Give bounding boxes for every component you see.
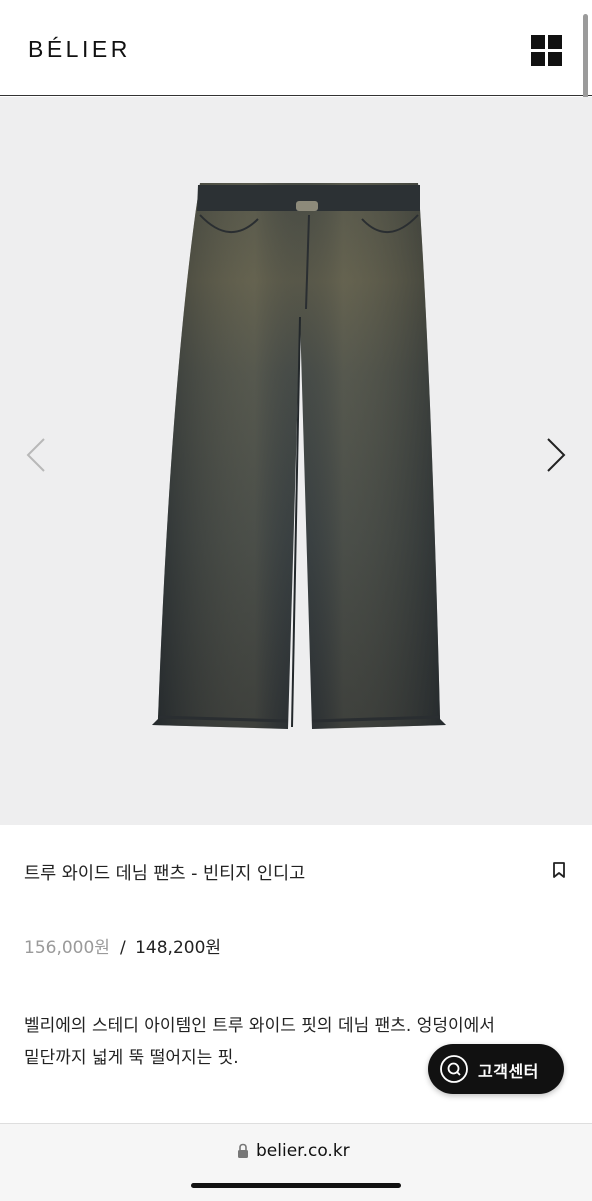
previous-image-button[interactable]	[16, 435, 56, 475]
brand-logo[interactable]: BÉLIER	[28, 36, 131, 63]
price-row: 156,000원 / 148,200원	[24, 933, 221, 958]
search-q-icon	[440, 1055, 468, 1083]
product-image-carousel[interactable]	[0, 97, 592, 825]
browser-url-bar[interactable]: belier.co.kr	[0, 1123, 592, 1201]
original-price: 156,000원	[24, 938, 110, 958]
chevron-right-icon	[547, 438, 566, 472]
customer-service-button[interactable]: 고객센터	[428, 1044, 564, 1094]
sale-price: 148,200원	[135, 938, 222, 958]
wide-denim-pants-image	[152, 183, 446, 729]
product-title: 트루 와이드 데님 팬츠 - 빈티지 인디고	[24, 864, 306, 884]
next-image-button[interactable]	[536, 435, 576, 475]
customer-service-label: 고객센터	[478, 1062, 539, 1081]
description-line: 벨리에의 스테디 아이템인 트루 와이드 핏의 데님 팬츠. 엉덩이에서	[24, 1016, 495, 1036]
bookmark-button[interactable]	[550, 861, 568, 881]
grid-menu-button[interactable]	[531, 35, 562, 66]
bookmark-icon	[553, 862, 565, 878]
lock-icon	[238, 1143, 248, 1158]
price-separator: /	[119, 938, 126, 958]
url-text[interactable]: belier.co.kr	[256, 1141, 350, 1161]
chevron-left-icon	[26, 438, 45, 472]
site-header: BÉLIER	[0, 0, 592, 200]
home-indicator[interactable]	[191, 1183, 401, 1188]
